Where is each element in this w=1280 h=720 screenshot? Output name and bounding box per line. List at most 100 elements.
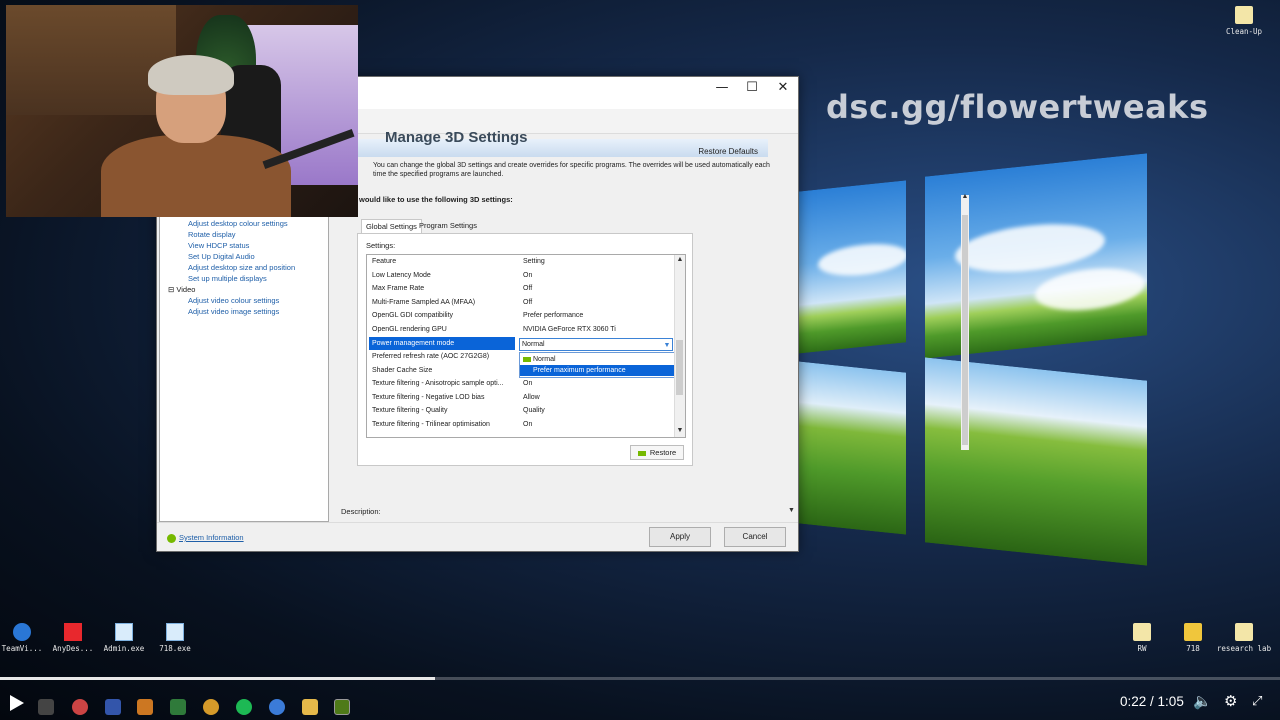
desktop: dsc.gg/flowertweaks — ☐ ✕ Adjust desktop…: [0, 0, 1280, 720]
file-icon: [1184, 623, 1202, 641]
row-feature: Texture filtering - Quality: [372, 407, 448, 414]
column-header-setting[interactable]: Setting: [523, 255, 545, 268]
webcam-overlay: [6, 5, 358, 217]
row-setting: Quality: [523, 407, 545, 414]
row-feature: Low Latency Mode: [372, 272, 431, 279]
scroll-down-icon[interactable]: ▼: [675, 426, 685, 436]
tree-item-set-up-multiple-displays[interactable]: Set up multiple displays: [188, 274, 267, 283]
row-feature: OpenGL GDI compatibility: [372, 312, 454, 319]
tree-item-adjust-desktop-colour[interactable]: Adjust desktop colour settings: [188, 219, 288, 228]
maximize-button[interactable]: ☐: [737, 77, 767, 99]
playback-time: 0:22 / 1:05: [1120, 694, 1184, 709]
section-heading: would like to use the following 3D setti…: [359, 195, 513, 204]
row-feature: Texture filtering - Negative LOD bias: [372, 394, 485, 401]
desktop-icon-label: AnyDes...: [52, 644, 94, 653]
tree-item-adjust-desktop-size[interactable]: Adjust desktop size and position: [188, 263, 295, 272]
file-icon: [1133, 623, 1151, 641]
desktop-icon-label: research lab: [1216, 644, 1272, 653]
restore-button[interactable]: Restore: [630, 445, 684, 460]
row-setting: Off: [523, 285, 533, 292]
desktop-icon-anydesk[interactable]: AnyDes...: [45, 623, 101, 653]
restore-defaults-link[interactable]: Restore Defaults: [698, 147, 758, 156]
table-row[interactable]: Texture filtering - Quality Quality: [367, 404, 672, 417]
row-feature: OpenGL rendering GPU: [372, 326, 447, 333]
tab-global-settings[interactable]: Global Settings: [361, 219, 422, 233]
desktop-icon-teamviewer[interactable]: TeamVi...: [0, 623, 50, 653]
desktop-icon-718[interactable]: 718: [1165, 623, 1221, 653]
play-icon[interactable]: [10, 695, 24, 711]
dropdown-option-label: Prefer maximum performance: [533, 367, 626, 374]
row-setting: Prefer performance: [523, 312, 584, 319]
desktop-icon-label: Admin.exe: [103, 644, 145, 653]
table-row[interactable]: Max Frame Rate Off: [367, 282, 672, 295]
tree-item-adjust-video-image[interactable]: Adjust video image settings: [188, 307, 279, 316]
anydesk-icon: [64, 623, 82, 641]
tree-group-video-label: Video: [176, 285, 196, 294]
duration: 1:05: [1157, 694, 1184, 709]
video-progress-fill: [0, 677, 436, 680]
row-setting: Allow: [523, 394, 540, 401]
volume-icon[interactable]: 🔈: [1193, 692, 1212, 710]
desktop-icon-label: 718: [1186, 644, 1200, 653]
close-button[interactable]: ✕: [768, 77, 798, 99]
table-row[interactable]: Texture filtering - Anisotropic sample o…: [367, 377, 672, 390]
cancel-button[interactable]: Cancel: [724, 527, 786, 547]
restore-button-label: Restore: [649, 448, 677, 457]
current-time: 0:22: [1120, 694, 1147, 709]
chevron-down-icon[interactable]: ▼: [788, 507, 795, 514]
row-feature: Preferred refresh rate (AOC 27G2G8): [372, 353, 490, 360]
table-row[interactable]: Multi-Frame Sampled AA (MFAA) Off: [367, 296, 672, 309]
tree-item-adjust-video-colour[interactable]: Adjust video colour settings: [188, 296, 279, 305]
table-row[interactable]: OpenGL GDI compatibility Prefer performan…: [367, 309, 672, 322]
system-information-label: System Information: [179, 533, 244, 542]
tree-item-set-up-digital-audio[interactable]: Set Up Digital Audio: [188, 252, 255, 261]
main-scrollbar[interactable]: ▲: [961, 193, 969, 450]
scroll-up-icon[interactable]: ▲: [961, 193, 969, 200]
table-row[interactable]: Low Latency Mode On: [367, 269, 672, 282]
wallpaper-pane-bl: [798, 361, 906, 535]
table-row[interactable]: Texture filtering - Negative LOD bias All…: [367, 391, 672, 404]
scroll-up-icon[interactable]: ▲: [675, 255, 685, 265]
dropdown-option-label: Normal: [533, 356, 556, 363]
file-icon: [1235, 623, 1253, 641]
row-setting: On: [523, 421, 533, 428]
video-progress-bar[interactable]: [0, 677, 1280, 680]
desktop-icon-admin-exe[interactable]: Admin.exe: [96, 623, 152, 653]
page-title: Manage 3D Settings: [385, 129, 528, 146]
dropdown-option-prefer-maximum-performance[interactable]: Prefer maximum performance: [520, 365, 674, 376]
desktop-icon-clean-up[interactable]: Clean-Up: [1216, 6, 1272, 36]
nvidia-icon: [167, 533, 176, 543]
desktop-icon-718-exe[interactable]: 718.exe: [147, 623, 203, 653]
tree-item-rotate-display[interactable]: Rotate display: [188, 230, 236, 239]
teamviewer-icon: [13, 623, 31, 641]
exit-fullscreen-icon[interactable]: ⤢: [1252, 694, 1262, 709]
apply-button[interactable]: Apply: [649, 527, 711, 547]
table-row[interactable]: Texture filtering - Trilinear optimisati…: [367, 418, 672, 431]
settings-tab-body: Settings: Feature Setting Low Latency Mo…: [357, 233, 693, 466]
bottom-bar: System Information Apply Cancel: [157, 522, 798, 551]
tree-group-video[interactable]: ⊟ Video: [168, 285, 195, 294]
row-feature: Shader Cache Size: [372, 367, 433, 374]
nvidia-icon: [523, 356, 531, 362]
table-row[interactable]: OpenGL rendering GPU NVIDIA GeForce RTX 3…: [367, 323, 672, 336]
scroll-thumb[interactable]: [676, 340, 683, 395]
wallpaper-pane-br: [925, 357, 1147, 566]
table-row-selected[interactable]: Power management mode Normal: [367, 337, 673, 351]
desktop-icon-label: TeamVi...: [1, 644, 43, 653]
minimize-button[interactable]: —: [707, 77, 737, 99]
settings-grid: Feature Setting Low Latency Mode On Max F…: [366, 254, 686, 438]
grid-scrollbar[interactable]: ▲ ▼: [674, 255, 685, 437]
page-header: Manage 3D Settings Restore Defaults: [341, 129, 768, 157]
tree-item-view-hdcp-status[interactable]: View HDCP status: [188, 241, 249, 250]
column-header-feature[interactable]: Feature: [372, 255, 517, 268]
scroll-thumb[interactable]: [962, 215, 968, 445]
exe-icon: [115, 623, 133, 641]
watermark-text: dsc.gg/flowertweaks: [826, 88, 1209, 126]
dropdown-option-normal[interactable]: Normal: [520, 354, 674, 365]
file-icon: [1235, 6, 1253, 24]
tab-program-settings[interactable]: Program Settings: [415, 219, 481, 232]
desktop-icon-research-lab[interactable]: research lab: [1216, 623, 1272, 653]
system-information-link[interactable]: System Information: [167, 533, 244, 543]
gear-icon[interactable]: ⚙: [1224, 692, 1237, 710]
desktop-icon-rw[interactable]: RW: [1114, 623, 1170, 653]
